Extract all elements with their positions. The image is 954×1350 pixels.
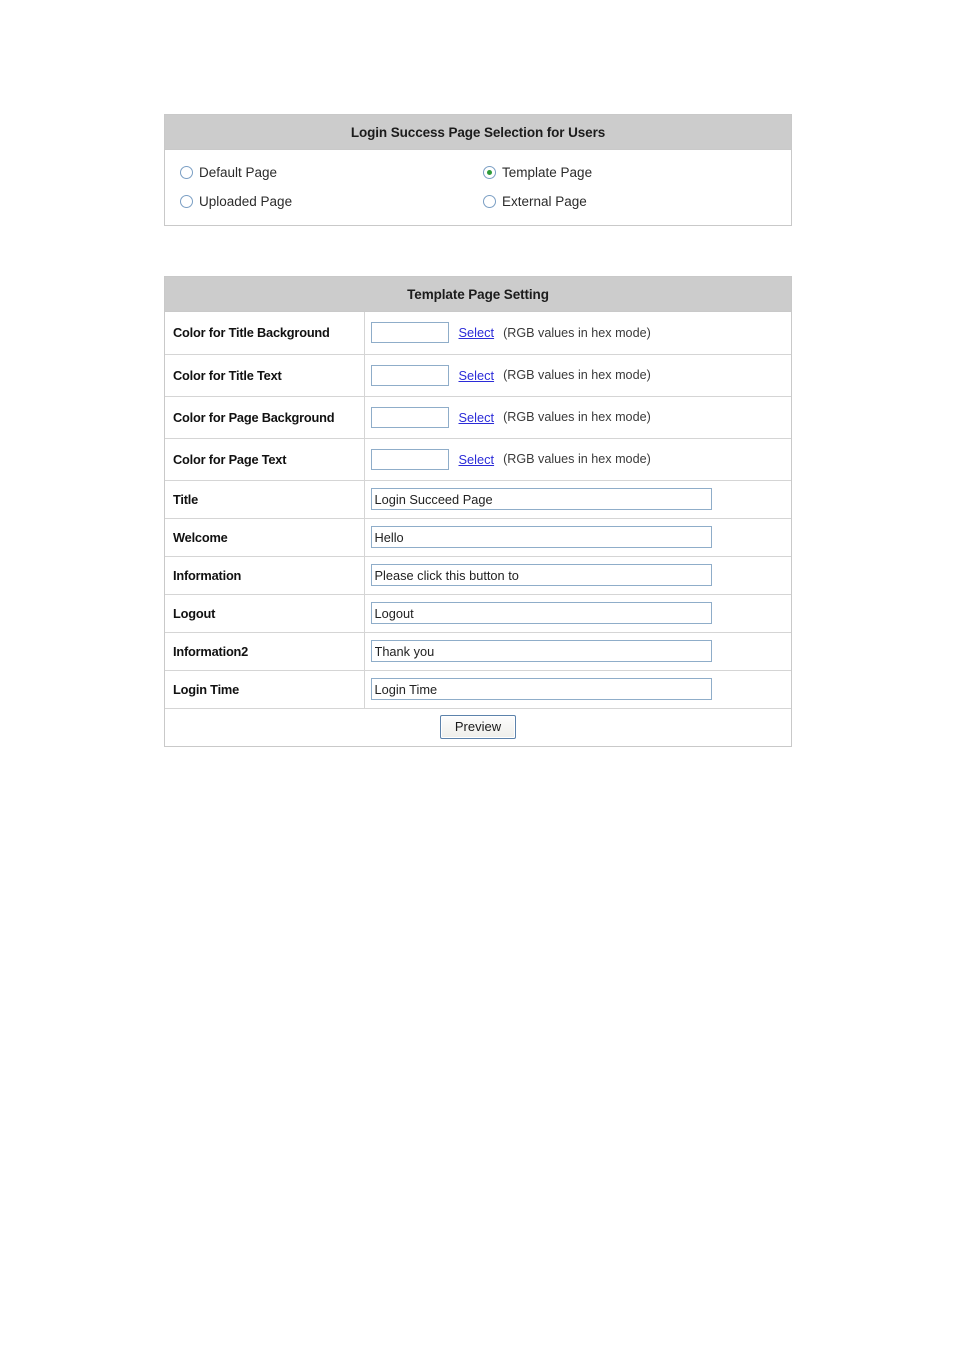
radio-default-page-icon[interactable] (180, 166, 193, 179)
radio-external-page-icon[interactable] (483, 195, 497, 208)
value-logout (364, 593, 791, 632)
table-row: Login Time (165, 669, 791, 708)
table-row: Information (165, 555, 791, 594)
value-login-time (364, 669, 791, 708)
settings-page: Login Success Page Selection for Users D… (164, 114, 792, 747)
table-row: Color for Title Background Select (RGB v… (165, 312, 791, 354)
label-color-page-text: Color for Page Text (165, 437, 365, 480)
preview-button-row: Preview (165, 707, 791, 746)
value-information2 (364, 631, 791, 670)
hex-note-page-text: (RGB values in hex mode) (503, 452, 651, 466)
label-login-time: Login Time (165, 669, 365, 708)
template-page-setting-panel: Template Page Setting Color for Title Ba… (164, 276, 792, 747)
value-title (364, 479, 791, 518)
radio-external-page-label: External Page (502, 194, 587, 209)
table-row: Welcome (165, 517, 791, 556)
hex-note-page-background: (RGB values in hex mode) (503, 410, 651, 424)
value-color-page-background: Select (RGB values in hex mode) (364, 395, 791, 438)
logout-input[interactable] (370, 602, 712, 624)
value-color-title-text: Select (RGB values in hex mode) (364, 353, 791, 396)
selection-row-2: Uploaded Page External Page (165, 187, 791, 216)
title-input[interactable] (370, 488, 712, 510)
select-color-page-text-link[interactable]: Select (459, 452, 495, 467)
hex-note-title-text: (RGB values in hex mode) (503, 368, 651, 382)
login-time-input[interactable] (370, 678, 712, 700)
selection-options: Default Page Template Page Uploaded Page… (165, 150, 791, 225)
radio-option-default-page[interactable]: Default Page (165, 165, 480, 180)
table-row: Title (165, 479, 791, 518)
value-color-title-background: Select (RGB values in hex mode) (364, 312, 791, 354)
table-row: Information2 (165, 631, 791, 670)
radio-option-template-page[interactable]: Template Page (480, 165, 791, 180)
select-color-page-background-link[interactable]: Select (459, 410, 495, 425)
radio-uploaded-page-icon[interactable] (180, 195, 193, 208)
value-information (364, 555, 791, 594)
table-row: Color for Page Text Select (RGB values i… (165, 437, 791, 480)
label-logout: Logout (165, 593, 365, 632)
table-row: Logout (165, 593, 791, 632)
label-color-page-background: Color for Page Background (165, 395, 365, 438)
settings-panel-title: Template Page Setting (165, 277, 791, 312)
template-settings-table: Color for Title Background Select (RGB v… (165, 312, 791, 746)
selection-panel-title: Login Success Page Selection for Users (165, 115, 791, 150)
preview-button-cell: Preview (165, 707, 791, 746)
table-row: Color for Page Background Select (RGB va… (165, 395, 791, 438)
preview-button[interactable]: Preview (439, 715, 517, 739)
value-welcome (364, 517, 791, 556)
radio-option-uploaded-page[interactable]: Uploaded Page (165, 194, 480, 209)
radio-uploaded-page-label: Uploaded Page (199, 194, 293, 209)
label-information2: Information2 (165, 631, 365, 670)
label-title: Title (165, 479, 365, 518)
information2-input[interactable] (370, 640, 712, 662)
radio-template-page-label: Template Page (502, 165, 593, 180)
table-row: Color for Title Text Select (RGB values … (165, 353, 791, 396)
hex-note-title-background: (RGB values in hex mode) (503, 325, 651, 340)
select-color-title-text-link[interactable]: Select (459, 368, 495, 383)
label-welcome: Welcome (165, 517, 365, 556)
panel-spacer (164, 226, 792, 276)
label-color-title-text: Color for Title Text (165, 353, 365, 396)
color-page-background-input[interactable] (370, 406, 449, 428)
selection-row-1: Default Page Template Page (165, 158, 791, 187)
color-title-text-input[interactable] (370, 364, 449, 386)
color-title-background-input[interactable] (370, 322, 449, 344)
select-color-title-background-link[interactable]: Select (459, 325, 495, 340)
radio-option-external-page[interactable]: External Page (480, 194, 791, 209)
welcome-input[interactable] (370, 526, 712, 548)
login-success-selection-panel: Login Success Page Selection for Users D… (164, 114, 792, 226)
radio-template-page-icon[interactable] (483, 166, 497, 179)
information-input[interactable] (370, 564, 712, 586)
label-color-title-background: Color for Title Background (165, 312, 365, 354)
value-color-page-text: Select (RGB values in hex mode) (364, 437, 791, 480)
color-page-text-input[interactable] (370, 448, 449, 470)
label-information: Information (165, 555, 365, 594)
radio-default-page-label: Default Page (199, 165, 278, 180)
